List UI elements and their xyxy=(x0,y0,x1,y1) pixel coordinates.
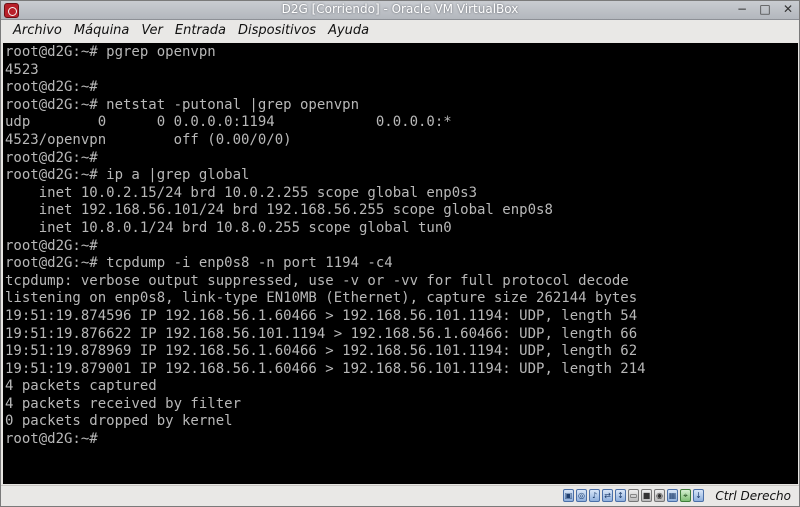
shared-folders-icon[interactable]: ▭ xyxy=(628,489,639,502)
terminal-line: 4523/openvpn off (0.00/0/0) xyxy=(5,131,292,148)
terminal-line: root@d2G:~# xyxy=(5,431,98,448)
terminal-line: 0 packets dropped by kernel xyxy=(5,413,233,430)
terminal-line: root@d2G:~# pgrep openvpn xyxy=(5,44,216,60)
minimize-button[interactable]: − xyxy=(735,2,749,17)
mouse-integration-icon[interactable]: ⌖ xyxy=(680,489,691,502)
window-controls: − □ ✕ xyxy=(735,2,795,17)
menu-dispositivos[interactable]: Dispositivos xyxy=(232,20,322,42)
terminal-line: root@d2G:~# netstat -putonal |grep openv… xyxy=(5,96,360,113)
terminal-line: tcpdump: verbose output suppressed, use … xyxy=(5,272,629,289)
video-capture-icon[interactable]: ◉ xyxy=(654,489,665,502)
device-indicators: ▣ ◎ ♪ ⇄ ↕ ▭ ■ ◉ ▦ ⌖ ↓ xyxy=(563,489,704,502)
terminal-line: 4523 xyxy=(5,61,39,78)
cpu-icon[interactable]: ▦ xyxy=(667,489,678,502)
vm-console-screen[interactable]: root@d2G:~# pgrep openvpn 4523 root@d2G:~#… xyxy=(3,43,798,484)
keyboard-capture-icon[interactable]: ↓ xyxy=(693,489,704,502)
close-button[interactable]: ✕ xyxy=(781,2,795,17)
terminal-line: udp 0 0 0.0.0.0:1194 0.0.0.0:* xyxy=(5,114,452,131)
terminal-line: inet 192.168.56.101/24 brd 192.168.56.25… xyxy=(5,202,553,219)
terminal-line: inet 10.0.2.15/24 brd 10.0.2.255 scope g… xyxy=(5,184,478,201)
terminal-line: inet 10.8.0.1/24 brd 10.8.0.255 scope gl… xyxy=(5,219,452,236)
title-bar[interactable]: D2G [Corriendo] - Oracle VM VirtualBox −… xyxy=(1,1,799,20)
menu-bar: Archivo Máquina Ver Entrada Dispositivos… xyxy=(1,20,799,42)
host-key-label[interactable]: Ctrl Derecho xyxy=(715,488,791,504)
terminal-line: root@d2G:~# tcpdump -i enp0s8 -n port 11… xyxy=(5,255,393,272)
display-icon[interactable]: ■ xyxy=(641,489,652,502)
menu-ayuda[interactable]: Ayuda xyxy=(322,20,375,42)
menu-ver[interactable]: Ver xyxy=(135,20,168,42)
maximize-button[interactable]: □ xyxy=(758,2,772,17)
terminal-line: root@d2G:~# xyxy=(5,79,98,96)
menu-entrada[interactable]: Entrada xyxy=(169,20,232,42)
terminal-line: 19:51:19.874596 IP 192.168.56.1.60466 > … xyxy=(5,307,638,324)
status-bar: ▣ ◎ ♪ ⇄ ↕ ▭ ■ ◉ ▦ ⌖ ↓ Ctrl Derecho xyxy=(1,485,799,506)
audio-icon[interactable]: ♪ xyxy=(589,489,600,502)
network-icon[interactable]: ⇄ xyxy=(602,489,613,502)
terminal-line: 19:51:19.879001 IP 192.168.56.1.60466 > … xyxy=(5,360,646,377)
terminal-line: root@d2G:~# ip a |grep global xyxy=(5,167,250,184)
terminal-line: 19:51:19.876622 IP 192.168.56.101.1194 >… xyxy=(5,325,638,342)
terminal-line: root@d2G:~# xyxy=(5,237,98,254)
optical-drive-icon[interactable]: ◎ xyxy=(576,489,587,502)
menu-maquina[interactable]: Máquina xyxy=(68,20,136,42)
hard-disk-icon[interactable]: ▣ xyxy=(563,489,574,502)
terminal-line: 19:51:19.878969 IP 192.168.56.1.60466 > … xyxy=(5,343,638,360)
terminal-line: root@d2G:~# xyxy=(5,149,98,166)
terminal-line: 4 packets received by filter xyxy=(5,395,242,412)
terminal-line: listening on enp0s8, link-type EN10MB (E… xyxy=(5,290,638,307)
menu-archivo[interactable]: Archivo xyxy=(7,20,68,42)
usb-icon[interactable]: ↕ xyxy=(615,489,626,502)
window-title: D2G [Corriendo] - Oracle VM VirtualBox xyxy=(281,2,519,16)
terminal-line: 4 packets captured xyxy=(5,378,157,395)
virtualbox-window: D2G [Corriendo] - Oracle VM VirtualBox −… xyxy=(0,0,800,507)
